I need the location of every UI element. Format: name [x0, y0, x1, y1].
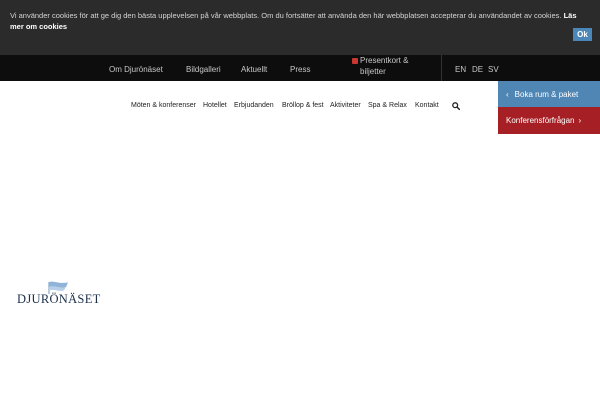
book-room-button[interactable]: ‹ Boka rum & paket	[498, 81, 600, 108]
cookie-bar: Vi använder cookies för att ge dig den b…	[0, 0, 600, 55]
topnav-item-om[interactable]: Om Djurönäset	[109, 65, 163, 74]
book-room-label: Boka rum & paket	[514, 90, 579, 99]
chevron-right-icon: ›	[578, 116, 582, 125]
nav-item-kontakt[interactable]: Kontakt	[415, 102, 439, 109]
cookie-text: Vi använder cookies för att ge dig den b…	[10, 11, 590, 32]
lang-sv[interactable]: SV	[488, 65, 499, 74]
gift-card-label: Presentkort & biljetter	[360, 56, 409, 76]
search-icon[interactable]	[452, 102, 460, 110]
conference-request-button[interactable]: Konferensförfrågan ›	[498, 107, 600, 134]
lang-de[interactable]: DE	[472, 65, 483, 74]
gift-card-link[interactable]: Presentkort & biljetter	[352, 55, 426, 77]
gift-icon	[352, 58, 358, 64]
topnav-divider	[441, 55, 442, 81]
nav-item-brollop[interactable]: Bröllop & fest	[282, 102, 324, 109]
nav-item-moten[interactable]: Möten & konferenser	[131, 102, 196, 109]
nav-item-hotellet[interactable]: Hotellet	[203, 102, 227, 109]
lang-en[interactable]: EN	[455, 65, 466, 74]
logo[interactable]: DJURÖNÄSET	[17, 281, 101, 307]
nav-item-aktiviteter[interactable]: Aktiviteter	[330, 102, 361, 109]
cookie-message: Vi använder cookies för att ge dig den b…	[10, 11, 562, 20]
chevron-left-icon: ‹	[506, 90, 509, 99]
conference-request-label: Konferensförfrågan	[506, 116, 575, 125]
topnav-item-bildgalleri[interactable]: Bildgalleri	[186, 65, 221, 74]
cookie-ok-button[interactable]: Ok	[573, 28, 592, 41]
top-nav: Om Djurönäset Bildgalleri Aktuellt Press…	[0, 55, 600, 81]
nav-item-spa[interactable]: Spa & Relax	[368, 102, 407, 109]
nav-item-erbjudanden[interactable]: Erbjudanden	[234, 102, 274, 109]
topnav-item-press[interactable]: Press	[290, 65, 310, 74]
page: Vi använder cookies för att ge dig den b…	[0, 0, 600, 400]
logo-text: DJURÖNÄSET	[17, 292, 101, 306]
topnav-item-aktuellt[interactable]: Aktuellt	[241, 65, 267, 74]
